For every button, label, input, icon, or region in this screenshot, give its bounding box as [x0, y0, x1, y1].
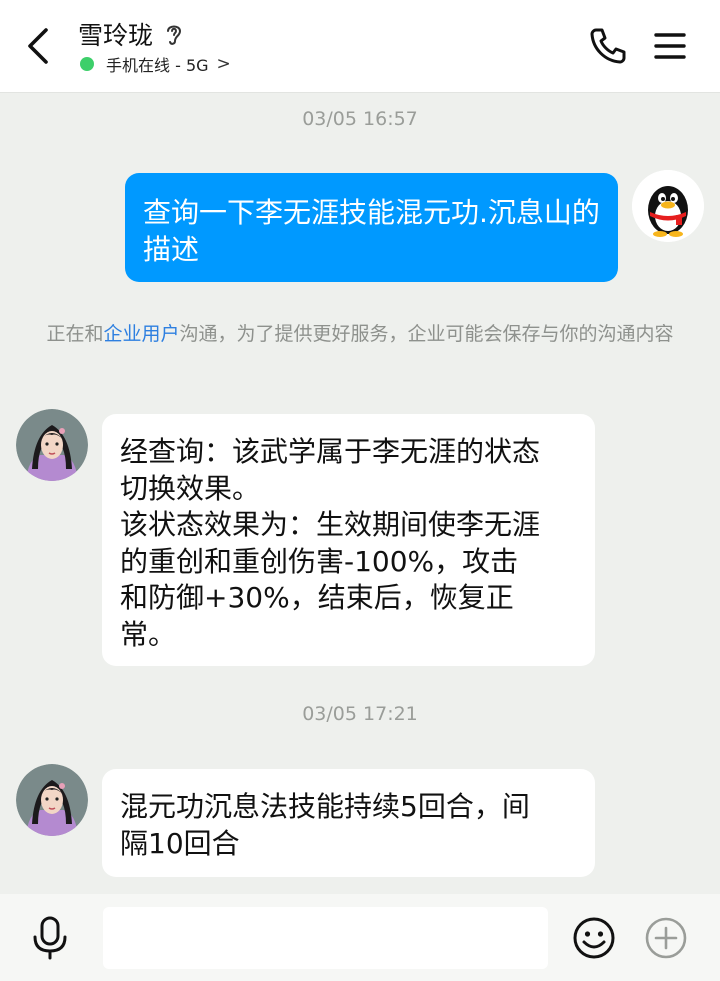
chevron-left-icon — [28, 28, 48, 64]
ear-icon — [163, 21, 185, 47]
message-line: 隔10回合 — [120, 826, 240, 860]
message-line: 经查询：该武学属于李无涯的状态 — [120, 435, 541, 468]
message-line: 该状态效果为：生效期间使李无涯 — [120, 508, 541, 541]
online-dot — [80, 57, 94, 71]
message-line: 的重创和重创伤害-100%，攻击 — [120, 544, 519, 578]
chat-header: 雪玲珑 手机在线 - 5G > — [0, 0, 720, 93]
message-timestamp: 03/05 16:57 — [302, 108, 418, 130]
contact-avatar[interactable] — [16, 764, 88, 836]
message-line: 和防御+30%，结束后，恢复正 — [120, 581, 514, 614]
character-avatar-icon — [16, 764, 88, 836]
contact-title[interactable]: 雪玲珑 — [78, 16, 185, 52]
contact-name: 雪玲珑 — [78, 21, 154, 50]
penguin-avatar-icon — [632, 170, 704, 242]
back-button[interactable] — [18, 22, 62, 70]
phone-icon — [590, 28, 626, 64]
character-avatar-icon — [16, 409, 88, 481]
more-actions-button[interactable] — [643, 915, 689, 961]
voice-input-button[interactable] — [28, 915, 72, 961]
voice-call-button[interactable] — [586, 24, 630, 68]
emoji-button[interactable] — [571, 915, 617, 961]
plus-icon — [645, 917, 687, 959]
status-chevron: > — [216, 54, 231, 74]
incoming-message-bubble[interactable]: 经查询：该武学属于李无涯的状态 切换效果。 该状态效果为：生效期间使李无涯 的重… — [102, 414, 595, 666]
contact-avatar[interactable] — [16, 409, 88, 481]
outgoing-message-bubble[interactable]: 查询一下李无涯技能混元功.沉息山的描述 — [125, 173, 618, 282]
emoji-icon — [573, 917, 615, 959]
message-input[interactable] — [103, 907, 548, 969]
incoming-message-bubble[interactable]: 混元功沉息法技能持续5回合，间 隔10回合 — [102, 769, 595, 877]
self-avatar[interactable] — [632, 170, 704, 242]
message-line: 常。 — [120, 617, 177, 651]
message-line: 混元功沉息法技能持续5回合，间 — [120, 790, 530, 823]
menu-icon — [654, 33, 686, 59]
enterprise-notice: 正在和企业用户沟通，为了提供更好服务，企业可能会保存与你的沟通内容 — [46, 323, 674, 345]
enterprise-user-link[interactable]: 企业用户 — [103, 323, 179, 345]
message-timestamp: 03/05 17:21 — [302, 703, 418, 725]
more-menu-button[interactable] — [650, 26, 690, 66]
status-text: 手机在线 - 5G — [106, 56, 209, 75]
online-status[interactable]: 手机在线 - 5G > — [80, 52, 231, 76]
message-line: 切换效果。 — [120, 471, 261, 505]
microphone-icon — [33, 916, 67, 960]
